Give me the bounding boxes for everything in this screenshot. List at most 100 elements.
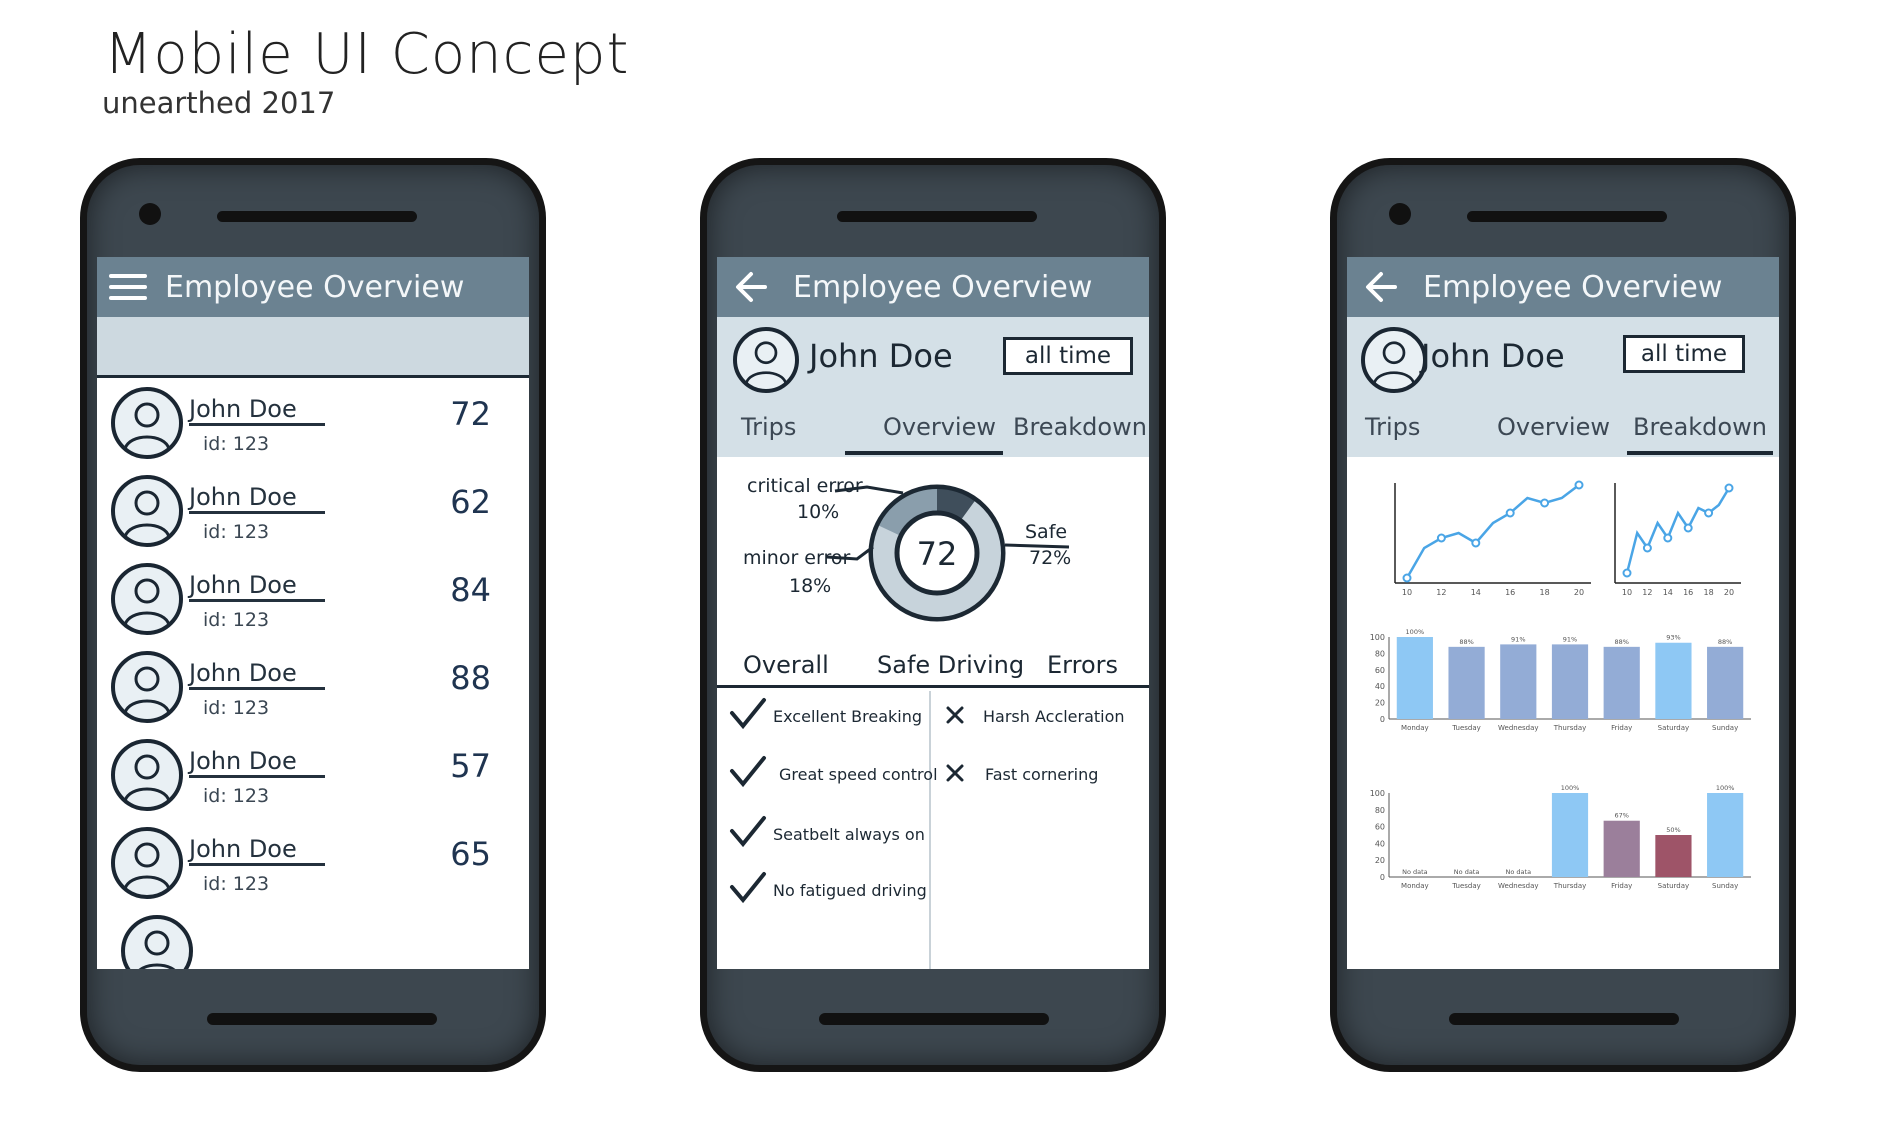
line-point xyxy=(1642,543,1652,553)
employee-id: id: 123 xyxy=(203,697,270,719)
screen-employee-list: Employee Overview John Doe id: 123 72 Jo… xyxy=(97,257,529,969)
employee-name: John Doe xyxy=(1421,337,1565,375)
tab-breakdown[interactable]: Breakdown xyxy=(1633,413,1767,441)
bar-value-label: 100% xyxy=(1716,784,1735,792)
bottom-speaker xyxy=(819,1013,1049,1025)
subtab-safe-driving[interactable]: Safe Driving xyxy=(877,651,1024,679)
period-selector[interactable]: all time xyxy=(1623,335,1745,373)
x-tick-label: Tuesday xyxy=(1451,724,1480,732)
phone-employee-list: Employee Overview John Doe id: 123 72 Jo… xyxy=(80,158,546,1072)
employee-score: 65 xyxy=(450,835,491,873)
bar xyxy=(1551,793,1589,877)
bar xyxy=(1448,646,1485,719)
y-tick-label: 80 xyxy=(1375,649,1385,658)
x-tick-label: Wednesday xyxy=(1498,882,1539,890)
employee-list-item[interactable]: John Doe id: 123 84 xyxy=(97,557,529,645)
bar-value-label: 93% xyxy=(1666,634,1680,642)
avatar xyxy=(111,563,183,635)
line-point xyxy=(1663,533,1673,543)
period-selector[interactable]: all time xyxy=(1003,337,1133,375)
x-tick-label: 12 xyxy=(1642,588,1652,597)
y-tick-label: 20 xyxy=(1375,856,1385,865)
screen-overview: Employee Overview John Doe all time Trip… xyxy=(717,257,1149,969)
profile-header: John Doe all time Trips Overview Breakdo… xyxy=(717,317,1149,457)
avatar xyxy=(111,475,183,547)
phone-overview: Employee Overview John Doe all time Trip… xyxy=(700,158,1166,1072)
positive-item: Great speed control xyxy=(779,765,938,784)
employee-list-item[interactable]: John Doe id: 123 65 xyxy=(97,821,529,909)
tab-breakdown[interactable]: Breakdown xyxy=(1013,413,1147,441)
x-tick-label: 20 xyxy=(1724,588,1734,597)
tab-trips[interactable]: Trips xyxy=(1365,413,1420,441)
app-title: Employee Overview xyxy=(793,269,1093,305)
cross-icon xyxy=(946,764,964,782)
column-divider xyxy=(929,691,931,969)
x-tick-label: Tuesday xyxy=(1451,882,1480,890)
line-point xyxy=(1471,538,1481,548)
bar xyxy=(1551,644,1589,719)
x-tick-label: Thursday xyxy=(1553,882,1587,890)
app-title: Employee Overview xyxy=(165,269,465,305)
employee-list-item[interactable]: John Doe id: 123 72 xyxy=(97,381,529,469)
subtab-overall[interactable]: Overall xyxy=(743,651,829,679)
avatar xyxy=(121,915,193,969)
bar-value-label: 88% xyxy=(1718,638,1732,646)
front-camera xyxy=(1389,203,1411,225)
bar xyxy=(1707,646,1744,719)
cross-icon xyxy=(946,706,964,724)
subtab-errors[interactable]: Errors xyxy=(1047,651,1118,679)
app-title: Employee Overview xyxy=(1423,269,1723,305)
y-tick-label: 40 xyxy=(1375,682,1385,691)
bar xyxy=(1603,820,1640,877)
bottom-speaker xyxy=(1449,1013,1679,1025)
employee-list-item[interactable]: John Doe id: 123 62 xyxy=(97,469,529,557)
employee-list-item[interactable] xyxy=(97,909,529,969)
y-tick-label: 60 xyxy=(1375,666,1385,675)
app-bar: Employee Overview xyxy=(717,257,1149,317)
screen-breakdown: Employee Overview John Doe all time Trip… xyxy=(1347,257,1779,969)
page-subtitle: unearthed 2017 xyxy=(102,86,336,120)
tab-overview[interactable]: Overview xyxy=(883,413,996,441)
arrow-left-icon[interactable] xyxy=(731,267,771,307)
employee-score: 88 xyxy=(450,659,491,697)
x-tick-label: Sunday xyxy=(1712,724,1738,732)
x-tick-label: 10 xyxy=(1402,588,1412,597)
x-tick-label: Thursday xyxy=(1553,724,1587,732)
arrow-left-icon[interactable] xyxy=(1361,267,1401,307)
avatar xyxy=(1361,327,1427,393)
filter-bar[interactable] xyxy=(97,317,529,378)
app-bar: Employee Overview xyxy=(97,257,529,317)
bar-value-label: 88% xyxy=(1459,638,1473,646)
check-icon xyxy=(730,698,766,730)
avatar xyxy=(111,827,183,899)
employee-list-item[interactable]: John Doe id: 123 88 xyxy=(97,645,529,733)
line-series xyxy=(1625,487,1731,574)
employee-list-item[interactable]: John Doe id: 123 57 xyxy=(97,733,529,821)
line-point xyxy=(1402,573,1412,583)
bar-value-label: 100% xyxy=(1561,784,1580,792)
bar-value-label: 91% xyxy=(1511,635,1525,643)
check-icon xyxy=(730,756,766,788)
tab-trips[interactable]: Trips xyxy=(741,413,796,441)
bar xyxy=(1707,793,1744,877)
avatar xyxy=(111,651,183,723)
x-tick-label: Monday xyxy=(1401,882,1429,890)
bar xyxy=(1655,642,1692,719)
critical-error-label: critical error xyxy=(747,475,863,497)
bar-value-label: No data xyxy=(1402,868,1428,876)
tab-overview[interactable]: Overview xyxy=(1497,413,1610,441)
bar-value-label: 88% xyxy=(1614,638,1628,646)
y-tick-label: 60 xyxy=(1375,823,1385,832)
x-tick-label: Saturday xyxy=(1658,724,1690,732)
x-tick-label: 12 xyxy=(1436,588,1446,597)
bar-value-label: 91% xyxy=(1563,635,1577,643)
phone-breakdown: Employee Overview John Doe all time Trip… xyxy=(1330,158,1796,1072)
x-tick-label: 14 xyxy=(1663,588,1673,597)
bar xyxy=(1655,835,1692,877)
line-point xyxy=(1540,498,1550,508)
hamburger-menu-icon[interactable] xyxy=(109,274,147,300)
avatar xyxy=(111,387,183,459)
employee-name: John Doe xyxy=(189,395,325,426)
positive-item: No fatigued driving xyxy=(773,881,927,900)
bottom-speaker xyxy=(207,1013,437,1025)
